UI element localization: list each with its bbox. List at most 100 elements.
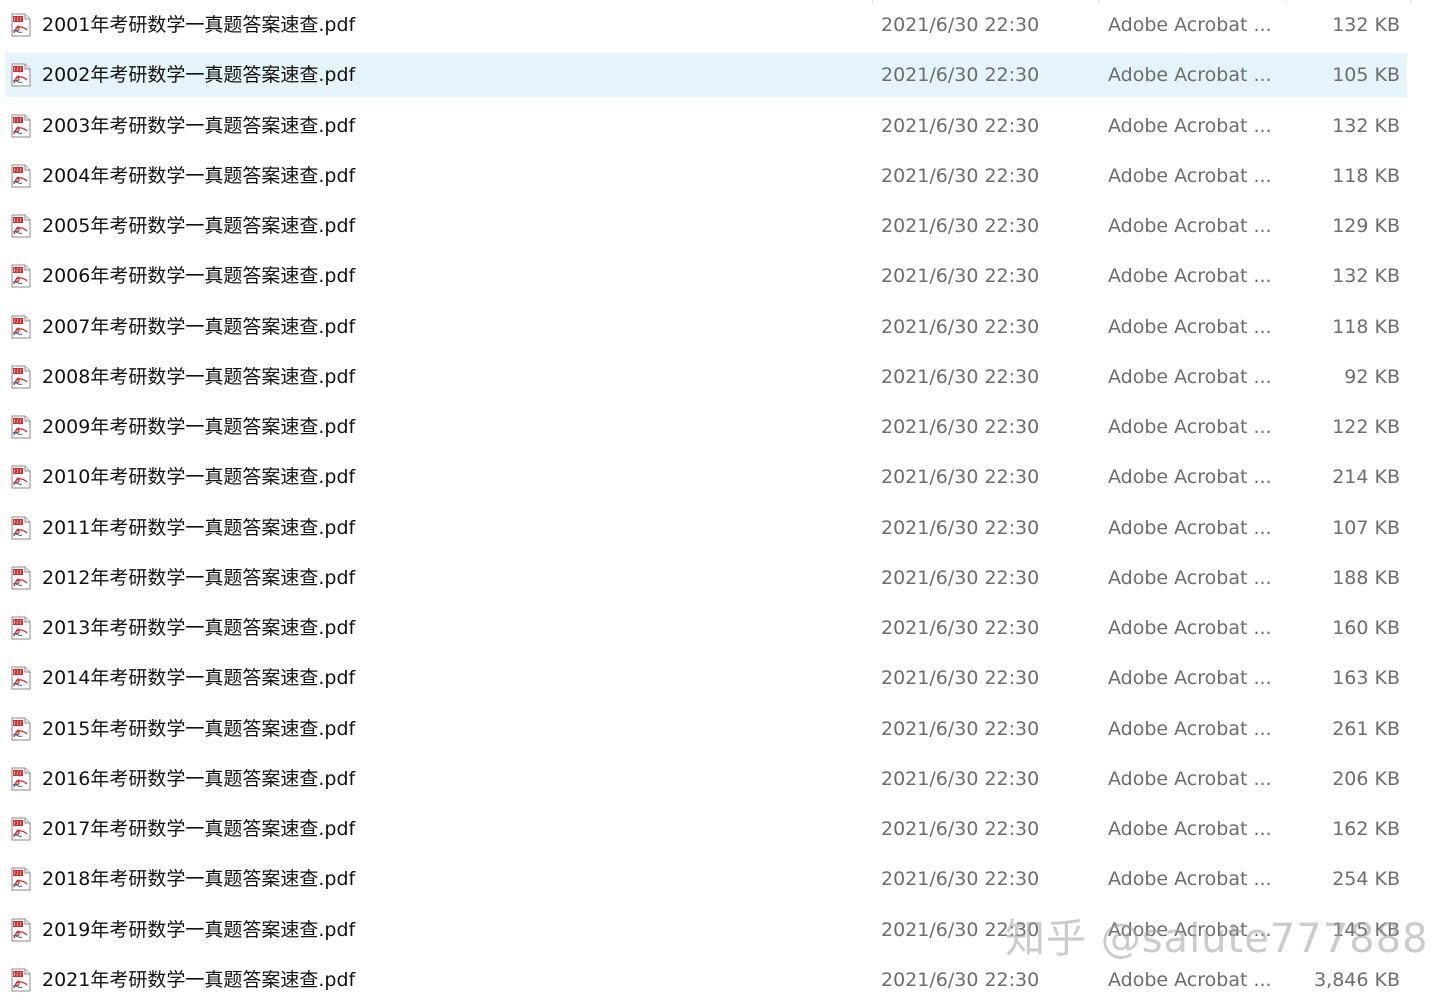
file-date-modified: 2021/6/30 22:30 <box>881 115 1040 137</box>
file-row[interactable]: 2017年考研数学一真题答案速查.pdf 2021/6/30 22:30 Ado… <box>5 807 1407 851</box>
file-row[interactable]: 2018年考研数学一真题答案速查.pdf 2021/6/30 22:30 Ado… <box>5 857 1407 901</box>
file-type: Adobe Acrobat ... <box>1108 466 1272 488</box>
file-size: 145 KB <box>1332 919 1400 941</box>
pdf-file-icon <box>11 13 31 37</box>
file-date-modified: 2021/6/30 22:30 <box>881 416 1040 438</box>
file-row[interactable]: 2014年考研数学一真题答案速查.pdf 2021/6/30 22:30 Ado… <box>5 656 1407 700</box>
pdf-file-icon <box>11 415 31 439</box>
file-type: Adobe Acrobat ... <box>1108 768 1272 790</box>
file-row[interactable]: 2011年考研数学一真题答案速查.pdf 2021/6/30 22:30 Ado… <box>5 506 1407 550</box>
file-type: Adobe Acrobat ... <box>1108 366 1272 388</box>
file-size: 162 KB <box>1332 818 1400 840</box>
file-row[interactable]: 2008年考研数学一真题答案速查.pdf 2021/6/30 22:30 Ado… <box>5 355 1407 399</box>
file-type: Adobe Acrobat ... <box>1108 265 1272 287</box>
file-size: 122 KB <box>1332 416 1400 438</box>
file-type: Adobe Acrobat ... <box>1108 667 1272 689</box>
file-size: 132 KB <box>1332 265 1400 287</box>
file-size: 3,846 KB <box>1314 969 1400 991</box>
file-type: Adobe Acrobat ... <box>1108 316 1272 338</box>
file-type: Adobe Acrobat ... <box>1108 517 1272 539</box>
file-date-modified: 2021/6/30 22:30 <box>881 818 1040 840</box>
file-name: 2008年考研数学一真题答案速查.pdf <box>42 366 356 388</box>
file-type: Adobe Acrobat ... <box>1108 14 1272 36</box>
pdf-file-icon <box>11 566 31 590</box>
file-type: Adobe Acrobat ... <box>1108 567 1272 589</box>
pdf-file-icon <box>11 63 31 87</box>
file-row[interactable]: 2009年考研数学一真题答案速查.pdf 2021/6/30 22:30 Ado… <box>5 405 1407 449</box>
file-date-modified: 2021/6/30 22:30 <box>881 466 1040 488</box>
file-size: 214 KB <box>1332 466 1400 488</box>
pdf-file-icon <box>11 465 31 489</box>
file-row[interactable]: 2004年考研数学一真题答案速查.pdf 2021/6/30 22:30 Ado… <box>5 154 1407 198</box>
file-type: Adobe Acrobat ... <box>1108 115 1272 137</box>
pdf-file-icon <box>11 817 31 841</box>
pdf-file-icon <box>11 767 31 791</box>
column-header-strip[interactable] <box>0 0 1411 4</box>
file-size: 129 KB <box>1332 215 1400 237</box>
file-date-modified: 2021/6/30 22:30 <box>881 265 1040 287</box>
file-date-modified: 2021/6/30 22:30 <box>881 667 1040 689</box>
file-name: 2018年考研数学一真题答案速查.pdf <box>42 868 356 890</box>
file-size: 132 KB <box>1332 115 1400 137</box>
file-row[interactable]: 2016年考研数学一真题答案速查.pdf 2021/6/30 22:30 Ado… <box>5 757 1407 801</box>
file-name: 2006年考研数学一真题答案速查.pdf <box>42 265 356 287</box>
file-date-modified: 2021/6/30 22:30 <box>881 919 1040 941</box>
file-date-modified: 2021/6/30 22:30 <box>881 868 1040 890</box>
file-row[interactable]: 2001年考研数学一真题答案速查.pdf 2021/6/30 22:30 Ado… <box>5 3 1407 47</box>
pdf-file-icon <box>11 516 31 540</box>
file-name: 2004年考研数学一真题答案速查.pdf <box>42 165 356 187</box>
file-size: 163 KB <box>1332 667 1400 689</box>
file-list-view[interactable]: 2001年考研数学一真题答案速查.pdf 2021/6/30 22:30 Ado… <box>0 0 1440 994</box>
file-row[interactable]: 2007年考研数学一真题答案速查.pdf 2021/6/30 22:30 Ado… <box>5 305 1407 349</box>
file-size: 105 KB <box>1332 64 1400 86</box>
file-row[interactable]: 2006年考研数学一真题答案速查.pdf 2021/6/30 22:30 Ado… <box>5 254 1407 298</box>
file-date-modified: 2021/6/30 22:30 <box>881 617 1040 639</box>
file-size: 160 KB <box>1332 617 1400 639</box>
file-size: 118 KB <box>1332 165 1400 187</box>
file-name: 2017年考研数学一真题答案速查.pdf <box>42 818 356 840</box>
file-name: 2015年考研数学一真题答案速查.pdf <box>42 718 356 740</box>
file-date-modified: 2021/6/30 22:30 <box>881 14 1040 36</box>
file-date-modified: 2021/6/30 22:30 <box>881 969 1040 991</box>
file-name: 2010年考研数学一真题答案速查.pdf <box>42 466 356 488</box>
file-type: Adobe Acrobat ... <box>1108 969 1272 991</box>
file-row[interactable]: 2019年考研数学一真题答案速查.pdf 2021/6/30 22:30 Ado… <box>5 908 1407 952</box>
file-date-modified: 2021/6/30 22:30 <box>881 768 1040 790</box>
file-name: 2007年考研数学一真题答案速查.pdf <box>42 316 356 338</box>
file-row[interactable]: 2002年考研数学一真题答案速查.pdf 2021/6/30 22:30 Ado… <box>5 53 1407 97</box>
pdf-file-icon <box>11 666 31 690</box>
file-row[interactable]: 2003年考研数学一真题答案速查.pdf 2021/6/30 22:30 Ado… <box>5 104 1407 148</box>
file-date-modified: 2021/6/30 22:30 <box>881 718 1040 740</box>
file-name: 2002年考研数学一真题答案速查.pdf <box>42 64 356 86</box>
pdf-file-icon <box>11 717 31 741</box>
file-size: 132 KB <box>1332 14 1400 36</box>
file-name: 2013年考研数学一真题答案速查.pdf <box>42 617 356 639</box>
file-size: 107 KB <box>1332 517 1400 539</box>
file-size: 118 KB <box>1332 316 1400 338</box>
file-name: 2009年考研数学一真题答案速查.pdf <box>42 416 356 438</box>
file-type: Adobe Acrobat ... <box>1108 165 1272 187</box>
file-row[interactable]: 2010年考研数学一真题答案速查.pdf 2021/6/30 22:30 Ado… <box>5 455 1407 499</box>
file-row[interactable]: 2005年考研数学一真题答案速查.pdf 2021/6/30 22:30 Ado… <box>5 204 1407 248</box>
file-type: Adobe Acrobat ... <box>1108 215 1272 237</box>
pdf-file-icon <box>11 114 31 138</box>
file-row[interactable]: 2015年考研数学一真题答案速查.pdf 2021/6/30 22:30 Ado… <box>5 707 1407 751</box>
file-type: Adobe Acrobat ... <box>1108 868 1272 890</box>
file-date-modified: 2021/6/30 22:30 <box>881 366 1040 388</box>
file-row[interactable]: 2021年考研数学一真题答案速查.pdf 2021/6/30 22:30 Ado… <box>5 958 1407 994</box>
pdf-file-icon <box>11 264 31 288</box>
file-date-modified: 2021/6/30 22:30 <box>881 517 1040 539</box>
column-divider[interactable] <box>1410 0 1411 4</box>
file-type: Adobe Acrobat ... <box>1108 617 1272 639</box>
file-name: 2012年考研数学一真题答案速查.pdf <box>42 567 356 589</box>
file-size: 261 KB <box>1332 718 1400 740</box>
file-type: Adobe Acrobat ... <box>1108 919 1272 941</box>
file-name: 2016年考研数学一真题答案速查.pdf <box>42 768 356 790</box>
file-row[interactable]: 2012年考研数学一真题答案速查.pdf 2021/6/30 22:30 Ado… <box>5 556 1407 600</box>
file-date-modified: 2021/6/30 22:30 <box>881 165 1040 187</box>
file-type: Adobe Acrobat ... <box>1108 416 1272 438</box>
file-name: 2011年考研数学一真题答案速查.pdf <box>42 517 356 539</box>
file-type: Adobe Acrobat ... <box>1108 64 1272 86</box>
file-row[interactable]: 2013年考研数学一真题答案速查.pdf 2021/6/30 22:30 Ado… <box>5 606 1407 650</box>
pdf-file-icon <box>11 214 31 238</box>
